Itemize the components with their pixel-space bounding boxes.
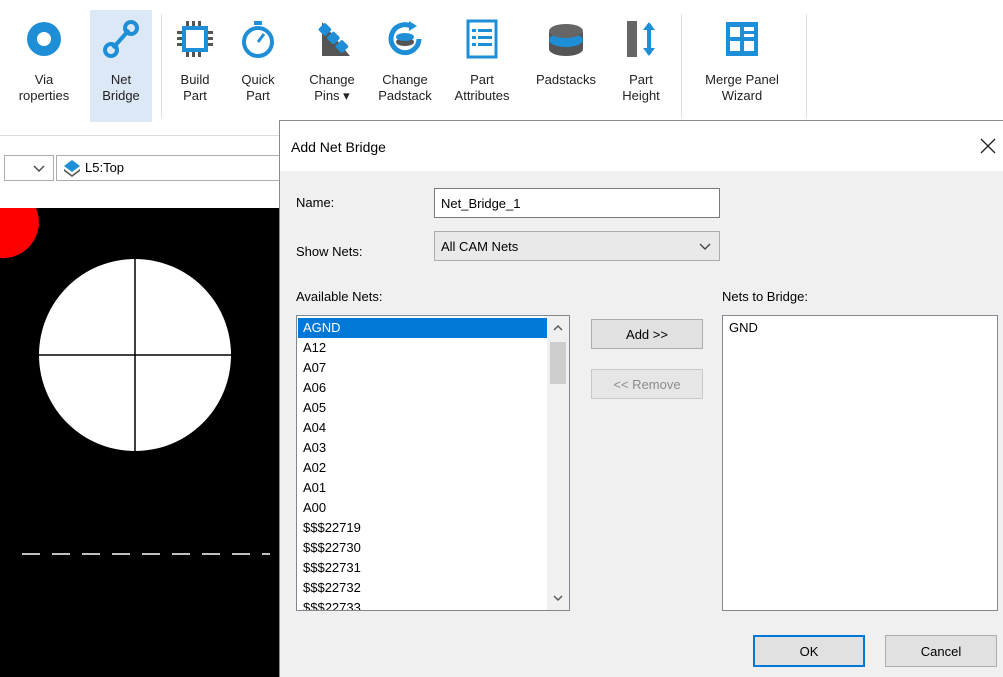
available-net-item[interactable]: $$$22731 bbox=[298, 558, 548, 578]
layer-icon bbox=[64, 160, 80, 177]
available-net-item[interactable]: $$$22733 bbox=[298, 598, 548, 610]
available-net-item[interactable]: A00 bbox=[298, 498, 548, 518]
available-net-item[interactable]: A04 bbox=[298, 418, 548, 438]
available-net-item[interactable]: A07 bbox=[298, 358, 548, 378]
via-properties-button[interactable]: Via roperties bbox=[2, 10, 86, 122]
dialog-title: Add Net Bridge bbox=[291, 139, 386, 155]
available-net-item[interactable]: A05 bbox=[298, 398, 548, 418]
bridge-net-item[interactable]: GND bbox=[724, 318, 994, 338]
available-nets-list[interactable]: AGND A12 A07 A06 A05 A04 A03 A02 A01 A00 $$$22719 $… bbox=[296, 315, 570, 611]
available-net-item[interactable]: A02 bbox=[298, 458, 548, 478]
net-bridge-label-2: Bridge bbox=[102, 88, 140, 103]
available-nets-scrollbar[interactable] bbox=[547, 316, 569, 610]
merge-panel-wizard-button[interactable]: Merge Panel Wizard bbox=[686, 10, 798, 122]
part-height-button[interactable]: Part Height bbox=[610, 10, 672, 122]
change-pins-button[interactable]: Change Pins ▾ bbox=[296, 10, 368, 122]
available-net-item[interactable]: A12 bbox=[298, 338, 548, 358]
chevron-down-icon bbox=[699, 243, 711, 250]
net-bridge-label-1: Net bbox=[110, 72, 132, 87]
show-nets-dropdown[interactable]: All CAM Nets bbox=[434, 231, 720, 261]
part-height-icon bbox=[621, 18, 661, 60]
canvas-graphics bbox=[0, 208, 270, 555]
merge-panel-label-1: Merge Panel bbox=[705, 72, 779, 87]
change-padstack-button[interactable]: Change Padstack bbox=[368, 10, 442, 122]
build-part-label-2: Part bbox=[183, 88, 207, 103]
red-pad-shape bbox=[0, 208, 39, 259]
change-pins-label-1: Change bbox=[309, 72, 355, 87]
change-padstack-icon bbox=[385, 18, 425, 60]
change-padstack-label-1: Change bbox=[382, 72, 428, 87]
padstacks-button[interactable]: Padstacks bbox=[526, 10, 606, 122]
merge-panel-icon bbox=[722, 18, 762, 60]
change-pins-icon bbox=[312, 18, 352, 60]
scroll-up-icon[interactable] bbox=[553, 324, 563, 332]
chevron-down-icon bbox=[33, 165, 45, 172]
available-net-item[interactable]: A01 bbox=[298, 478, 548, 498]
name-field[interactable] bbox=[434, 188, 720, 218]
part-height-label-2: Height bbox=[622, 88, 660, 103]
attributes-list-icon bbox=[462, 18, 502, 60]
close-icon[interactable] bbox=[975, 133, 1001, 159]
ribbon-separator bbox=[161, 14, 162, 118]
part-attributes-label-1: Part bbox=[470, 72, 494, 87]
show-nets-label: Show Nets: bbox=[296, 244, 363, 259]
canvas-border bbox=[0, 191, 280, 208]
ribbon-toolbar: Via roperties Net Bridge Build Part Quic… bbox=[0, 0, 1003, 136]
part-attributes-button[interactable]: Part Attributes bbox=[442, 10, 522, 122]
available-net-item[interactable]: AGND bbox=[298, 318, 548, 338]
change-pins-label-2: Pins ▾ bbox=[314, 88, 350, 103]
remove-button[interactable]: << Remove bbox=[591, 369, 703, 399]
available-net-item[interactable]: $$$22719 bbox=[298, 518, 548, 538]
quick-part-button[interactable]: Quick Part bbox=[234, 10, 282, 122]
nets-to-bridge-label: Nets to Bridge: bbox=[722, 289, 808, 304]
build-part-button[interactable]: Build Part bbox=[170, 10, 220, 122]
available-net-item[interactable]: $$$22732 bbox=[298, 578, 548, 598]
padstacks-label-1: Padstacks bbox=[536, 72, 596, 87]
net-bridge-button[interactable]: Net Bridge bbox=[90, 10, 152, 122]
scrollbar-thumb[interactable] bbox=[550, 342, 566, 384]
merge-panel-label-2: Wizard bbox=[721, 88, 763, 103]
add-net-bridge-dialog: Add Net Bridge Name: Show Nets: All CAM … bbox=[279, 120, 1003, 677]
available-nets-label: Available Nets: bbox=[296, 289, 383, 304]
available-net-item[interactable]: A03 bbox=[298, 438, 548, 458]
padstacks-icon bbox=[546, 18, 586, 60]
via-icon bbox=[24, 18, 64, 60]
name-label: Name: bbox=[296, 195, 335, 210]
available-net-item[interactable]: A06 bbox=[298, 378, 548, 398]
quick-part-label-1: Quick bbox=[241, 72, 275, 87]
part-attributes-label-2: Attributes bbox=[454, 88, 510, 103]
nets-to-bridge-list[interactable]: GND bbox=[722, 315, 998, 611]
layer-toolbar: L5:Top bbox=[0, 145, 296, 191]
quick-part-label-2: Part bbox=[246, 88, 270, 103]
ok-button[interactable]: OK bbox=[753, 635, 865, 667]
net-bridge-icon bbox=[101, 18, 141, 60]
chip-icon bbox=[175, 18, 215, 60]
part-height-label-1: Part bbox=[629, 72, 653, 87]
ribbon-separator bbox=[681, 14, 682, 118]
available-net-item[interactable]: $$$22730 bbox=[298, 538, 548, 558]
dialog-titlebar: Add Net Bridge bbox=[280, 121, 1003, 171]
build-part-label-1: Build bbox=[180, 72, 210, 87]
via-properties-label-1: Via bbox=[34, 72, 54, 87]
add-button[interactable]: Add >> bbox=[591, 319, 703, 349]
via-properties-label-2: roperties bbox=[18, 88, 70, 103]
stopwatch-icon bbox=[238, 18, 278, 60]
scroll-down-icon[interactable] bbox=[553, 594, 563, 602]
cancel-button[interactable]: Cancel bbox=[885, 635, 997, 667]
ribbon-separator bbox=[806, 14, 807, 118]
layer-select[interactable]: L5:Top bbox=[56, 155, 296, 181]
change-padstack-label-2: Padstack bbox=[378, 88, 432, 103]
design-canvas[interactable] bbox=[0, 208, 280, 677]
show-nets-value: All CAM Nets bbox=[441, 239, 519, 254]
layer-filter-dropdown[interactable] bbox=[4, 155, 54, 181]
layer-select-value: L5:Top bbox=[85, 160, 125, 175]
